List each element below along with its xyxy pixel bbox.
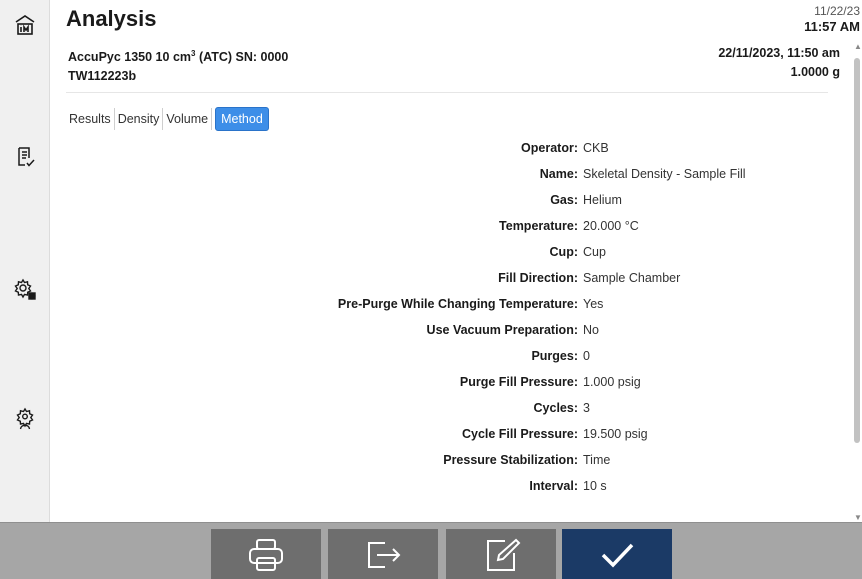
method-row: Pre-Purge While Changing Temperature: Yes — [60, 294, 850, 320]
analysis-datetime: 22/11/2023, 11:50 am — [718, 46, 840, 60]
report-tabs: Results Density Volume Method — [66, 105, 269, 133]
tab-method[interactable]: Method — [215, 107, 269, 131]
method-row: Interval: 10 s — [60, 476, 850, 502]
method-field-label: Cup: — [549, 245, 578, 259]
method-field-value: Skeletal Density - Sample Fill — [583, 167, 746, 181]
method-row: Gas: Helium — [60, 190, 850, 216]
method-field-label: Pressure Stabilization: — [443, 453, 578, 467]
method-field-value: 0 — [583, 349, 590, 363]
home-button[interactable] — [8, 8, 42, 42]
sample-info-left: AccuPyc 1350 10 cm3 (ATC) SN: 0000 TW112… — [68, 44, 288, 86]
header: Analysis — [50, 0, 862, 38]
scroll-thumb[interactable] — [854, 58, 860, 443]
clock-time: 11:57 AM — [804, 19, 860, 34]
method-row: Pressure Stabilization: Time — [60, 450, 850, 476]
edit-icon — [487, 538, 521, 571]
user-settings-icon — [16, 407, 34, 430]
method-field-label: Pre-Purge While Changing Temperature: — [337, 297, 578, 311]
method-row: Cycle Fill Pressure: 19.500 psig — [60, 424, 850, 450]
method-field-value: CKB — [583, 141, 609, 155]
method-field-value: 19.500 psig — [583, 427, 648, 441]
method-field-value: 3 — [583, 401, 590, 415]
print-button[interactable] — [211, 529, 321, 579]
footer-toolbar — [0, 522, 862, 579]
method-field-label: Gas: — [550, 193, 578, 207]
tab-results[interactable]: Results — [66, 108, 115, 130]
method-field-label: Fill Direction: — [498, 271, 578, 285]
method-details: Operator: CKB Name: Skeletal Density - Samp… — [60, 138, 850, 502]
method-field-label: Use Vacuum Preparation: — [426, 323, 578, 337]
method-field-label: Purge Fill Pressure: — [459, 375, 578, 389]
user-settings-button[interactable] — [8, 402, 42, 436]
method-field-label: Name: — [539, 167, 578, 181]
check-icon — [601, 543, 634, 568]
scroll-up-arrow-icon[interactable]: ▲ — [854, 42, 862, 51]
tab-volume[interactable]: Volume — [163, 108, 213, 130]
method-field-value: Time — [583, 453, 611, 467]
method-field-value: 10 s — [583, 479, 607, 493]
method-field-label: Interval: — [529, 479, 578, 493]
method-field-value: Helium — [583, 193, 622, 207]
configuration-button[interactable] — [8, 272, 42, 306]
sample-info: AccuPyc 1350 10 cm3 (ATC) SN: 0000 TW112… — [50, 40, 850, 90]
clock-date: 11/22/23 — [814, 4, 860, 18]
method-row: Name: Skeletal Density - Sample Fill — [60, 164, 850, 190]
sample-info-right: 22/11/2023, 11:50 am 1.0000 g — [718, 44, 840, 82]
print-icon — [249, 538, 283, 571]
page-title: Analysis — [66, 6, 157, 31]
method-field-value: Yes — [583, 297, 604, 311]
method-field-label: Purges: — [531, 349, 578, 363]
method-row: Cup: Cup — [60, 242, 850, 268]
instrument-label: AccuPyc 1350 10 cm3 (ATC) SN: 0000 — [68, 49, 289, 65]
export-icon — [368, 541, 401, 568]
method-row: Fill Direction: Sample Chamber — [60, 268, 850, 294]
method-field-value: 1.000 psig — [583, 375, 641, 389]
method-field-value: Sample Chamber — [583, 271, 681, 285]
method-row: Cycles: 3 — [60, 398, 850, 424]
method-field-label: Temperature: — [499, 219, 578, 233]
confirm-button[interactable] — [562, 529, 672, 579]
method-row: Use Vacuum Preparation: No — [60, 320, 850, 346]
method-row: Purges: 0 — [60, 346, 850, 372]
home-icon — [15, 15, 35, 35]
clock: 11/22/23 11:57 AM — [804, 4, 860, 34]
method-row: Temperature: 20.000 °C — [60, 216, 850, 242]
method-field-label: Cycle Fill Pressure: — [461, 427, 578, 441]
scrollbar[interactable]: ▲ ▼ — [852, 42, 862, 522]
method-field-value: No — [583, 323, 599, 337]
sidebar — [0, 0, 50, 522]
divider — [66, 92, 828, 93]
export-button[interactable] — [328, 529, 438, 579]
method-field-value: 20.000 °C — [583, 219, 639, 233]
method-row: Purge Fill Pressure: 1.000 psig — [60, 372, 850, 398]
method-field-value: Cup — [583, 245, 606, 259]
settings-grid-icon — [14, 278, 36, 300]
sample-id: TW112223b — [68, 69, 137, 84]
edit-button[interactable] — [446, 529, 556, 579]
reports-button[interactable] — [8, 140, 42, 174]
scroll-down-arrow-icon[interactable]: ▼ — [854, 513, 862, 522]
method-field-label: Cycles: — [533, 401, 578, 415]
method-row: Operator: CKB — [60, 138, 850, 164]
report-check-icon — [18, 147, 35, 167]
tab-density[interactable]: Density — [115, 108, 164, 130]
method-field-label: Operator: — [521, 141, 578, 155]
sample-mass: 1.0000 g — [790, 65, 840, 79]
